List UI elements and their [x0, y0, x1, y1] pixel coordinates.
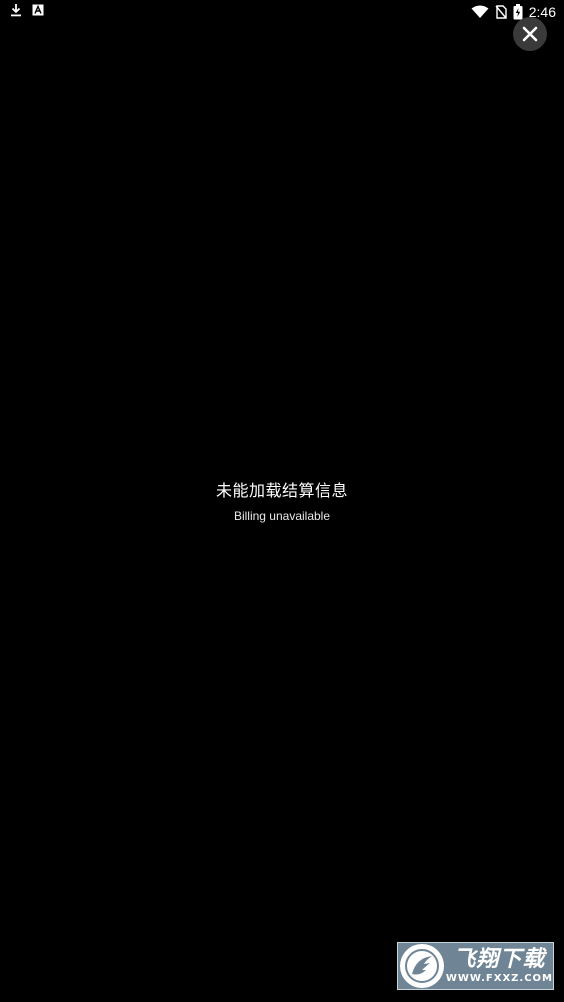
no-sim-icon [495, 5, 507, 19]
billing-screen: 2:46 未能加载结算信息 Billing unavailable 飞翔下载 W… [0, 0, 564, 1002]
close-button[interactable] [513, 17, 547, 51]
status-bar: 2:46 [0, 0, 564, 24]
brand-logo-icon [400, 944, 444, 988]
status-bar-left [10, 3, 44, 17]
watermark-brand: 飞翔下载 [453, 947, 546, 972]
close-icon [521, 25, 539, 43]
wifi-icon [471, 5, 489, 19]
text-a-icon [32, 4, 44, 16]
message-subtitle: Billing unavailable [233, 509, 331, 523]
watermark-url: WWW.FXXZ.COM [445, 973, 553, 984]
billing-message: 未能加载结算信息 Billing unavailable [0, 480, 564, 524]
download-icon [10, 3, 22, 17]
watermark-text: 飞翔下载 WWW.FXXZ.COM [444, 947, 553, 985]
battery-charging-icon [513, 4, 523, 20]
message-title: 未能加载结算信息 [215, 481, 348, 500]
watermark-logo: 飞翔下载 WWW.FXXZ.COM [397, 942, 554, 990]
status-bar-right: 2:46 [471, 2, 556, 22]
